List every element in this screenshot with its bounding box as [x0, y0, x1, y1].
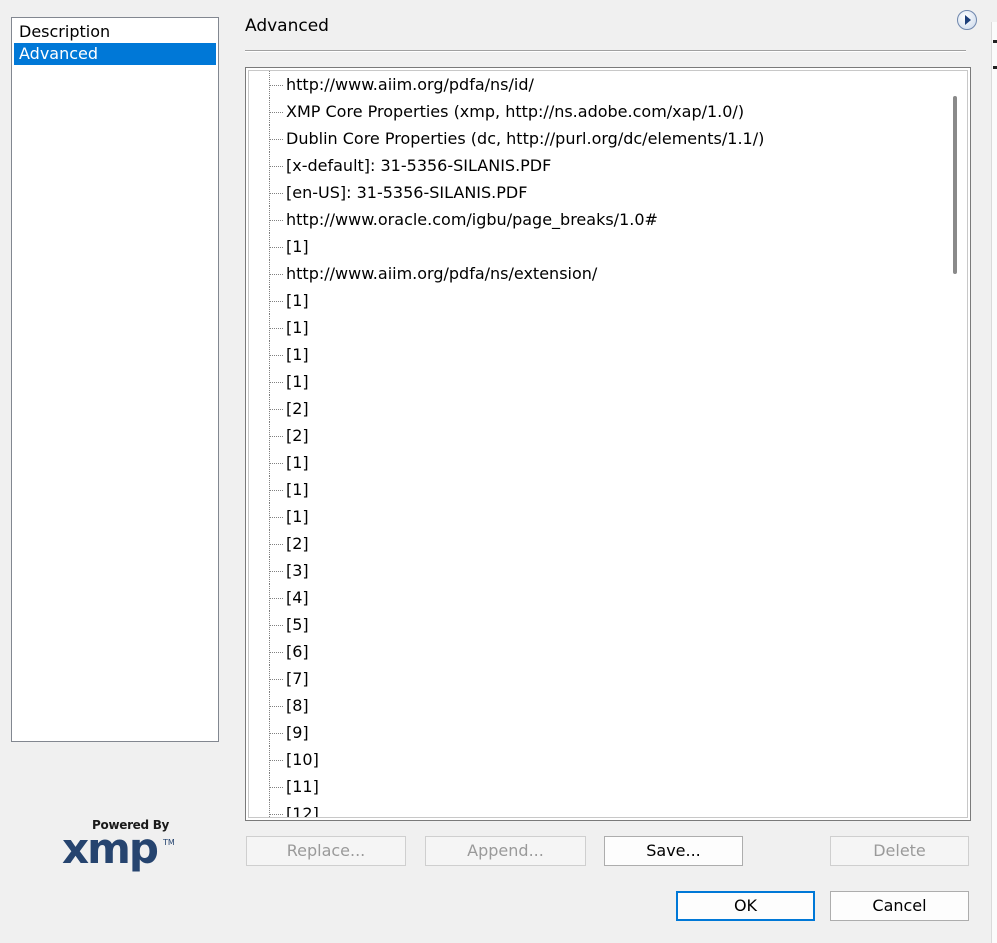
tree-node[interactable]: [x-default]: 31-5356-SILANIS.PDF	[249, 152, 967, 179]
append-button[interactable]: Append...	[425, 836, 586, 866]
tree-node[interactable]: [2]	[249, 395, 967, 422]
tree-node[interactable]: [10]	[249, 746, 967, 773]
background-window-edge	[991, 22, 997, 943]
xmp-logo: Powered By xmp TM	[56, 818, 176, 873]
title-divider	[245, 50, 966, 52]
tree-node[interactable]: [1]	[249, 314, 967, 341]
save-button[interactable]: Save...	[604, 836, 743, 866]
tree-node[interactable]: [1]	[249, 449, 967, 476]
metadata-tree[interactable]: http://www.aiim.org/pdfa/ns/id/XMP Core …	[245, 67, 971, 821]
tree-node[interactable]: http://www.aiim.org/pdfa/ns/extension/	[249, 260, 967, 287]
tree-node[interactable]: [2]	[249, 530, 967, 557]
tree-node[interactable]: [1]	[249, 287, 967, 314]
tree-node[interactable]: XMP Core Properties (xmp, http://ns.adob…	[249, 98, 967, 125]
panel-title: Advanced	[245, 16, 329, 36]
tree-node[interactable]: [2]	[249, 422, 967, 449]
delete-button[interactable]: Delete	[830, 836, 969, 866]
category-item-description[interactable]: Description	[14, 21, 216, 43]
tree-scrollbar-thumb[interactable]	[953, 96, 957, 274]
replace-button[interactable]: Replace...	[246, 836, 406, 866]
tree-node[interactable]: http://www.aiim.org/pdfa/ns/id/	[249, 71, 967, 98]
cancel-button[interactable]: Cancel	[830, 891, 969, 921]
tree-node[interactable]: [1]	[249, 476, 967, 503]
tree-node[interactable]: [3]	[249, 557, 967, 584]
tree-node[interactable]: [8]	[249, 692, 967, 719]
background-window-mark	[993, 40, 997, 43]
category-list[interactable]: Description Advanced	[11, 17, 219, 742]
flyout-menu-icon[interactable]	[957, 10, 977, 30]
trademark-mark: TM	[163, 838, 175, 847]
category-item-advanced[interactable]: Advanced	[14, 43, 216, 65]
xmp-wordmark: xmp	[62, 824, 159, 873]
tree-node[interactable]: [1]	[249, 233, 967, 260]
tree-node[interactable]: [1]	[249, 503, 967, 530]
tree-node[interactable]: [7]	[249, 665, 967, 692]
tree-node[interactable]: [1]	[249, 368, 967, 395]
tree-node[interactable]: Dublin Core Properties (dc, http://purl.…	[249, 125, 967, 152]
tree-node[interactable]: [11]	[249, 773, 967, 800]
tree-node[interactable]: [1]	[249, 341, 967, 368]
tree-node[interactable]: [9]	[249, 719, 967, 746]
background-window-mark	[993, 66, 997, 69]
metadata-tree-viewport: http://www.aiim.org/pdfa/ns/id/XMP Core …	[248, 70, 968, 818]
tree-node[interactable]: [en-US]: 31-5356-SILANIS.PDF	[249, 179, 967, 206]
tree-node[interactable]: http://www.oracle.com/igbu/page_breaks/1…	[249, 206, 967, 233]
tree-node[interactable]: [12]	[249, 800, 967, 817]
tree-node[interactable]: [4]	[249, 584, 967, 611]
tree-node[interactable]: [6]	[249, 638, 967, 665]
tree-node[interactable]: [5]	[249, 611, 967, 638]
ok-button[interactable]: OK	[676, 891, 815, 921]
